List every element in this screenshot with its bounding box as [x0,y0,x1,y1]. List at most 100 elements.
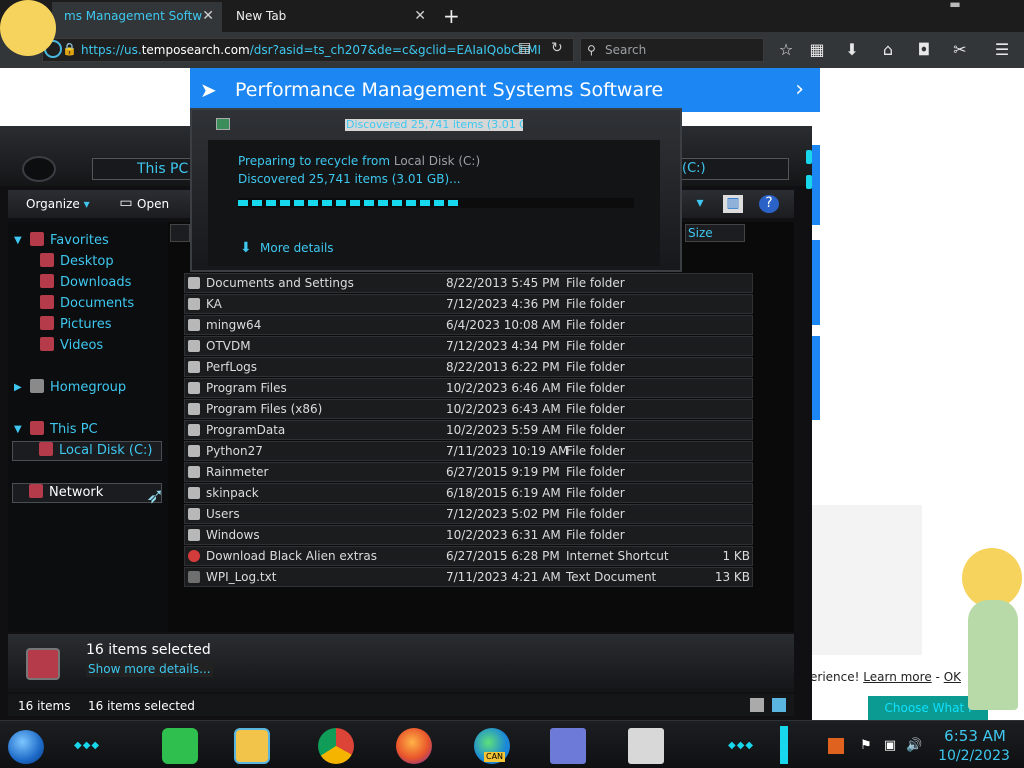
nav-videos[interactable]: Videos [40,337,103,355]
window-minimize-button[interactable]: ▬ [925,0,985,14]
column-header-name[interactable] [170,224,190,242]
clock-time[interactable]: 6:53 AM [940,727,1010,745]
expand-icon[interactable]: ▼ [14,232,22,250]
column-header-size[interactable]: Size [685,224,745,242]
text-file-icon [188,571,200,583]
chrome-app-icon[interactable] [318,728,354,764]
table-row[interactable]: Python27 7/11/2023 10:19 AM File folder [184,441,753,461]
nav-label: Documents [60,296,135,311]
file-type: File folder [566,276,625,290]
edge-badge: CAN [484,752,506,762]
details-view-icon[interactable] [750,698,764,712]
menu-icon[interactable]: ☰ [990,38,1014,62]
search-input[interactable]: ⚲ Search [580,38,764,62]
download-icon[interactable]: ⬇ [840,38,864,62]
table-row[interactable]: OTVDM 7/12/2023 4:34 PM File folder [184,336,753,356]
new-tab-button[interactable]: + [443,3,460,29]
extension-icon[interactable]: ✂ [948,38,972,62]
tray-app-icon[interactable] [828,738,844,754]
volume-icon[interactable]: 🔊 [906,738,922,754]
chevron-right-icon[interactable]: › [795,68,804,112]
url-prefix: https://us. [81,43,142,57]
table-row[interactable]: Program Files (x86) 10/2/2023 6:43 AM File… [184,399,753,419]
table-row[interactable]: mingw64 6/4/2023 10:08 AM File folder [184,315,753,335]
pictures-icon [40,316,54,330]
close-tab-icon[interactable]: ✕ [414,2,426,30]
file-date: 8/22/2013 5:45 PM [446,276,560,290]
nav-label: Local Disk (C:) [59,443,153,458]
show-desktop-button[interactable] [780,726,788,764]
open-button[interactable]: Open [137,196,169,212]
folder-icon [188,340,200,352]
start-button[interactable] [8,730,44,764]
tab-performance-management[interactable]: ms Management Softw ✕ [52,2,222,32]
flag-icon[interactable]: ⚑ [858,738,874,754]
network-tray-icon[interactable]: ▣ [882,738,898,754]
table-row[interactable]: WPI_Log.txt 7/11/2023 4:21 AM Text Documen… [184,567,753,587]
nav-local-disk[interactable]: Local Disk (C:) [12,441,162,461]
table-row[interactable]: KA 7/12/2023 4:36 PM File folder [184,294,753,314]
shortcut-icon [188,550,200,562]
address-bar[interactable]: This PC [92,158,192,180]
reading-list-icon[interactable]: ▦ [805,38,829,62]
nav-downloads[interactable]: Downloads [40,274,131,292]
home-icon[interactable]: ⌂ [876,38,900,62]
expand-icon[interactable]: ▶ [14,379,22,397]
address-bar-right[interactable]: (C:) [675,158,789,180]
bookmark-star-icon[interactable]: ☆ [774,38,798,62]
url-bar[interactable]: https://us.temposearch.com/dsr?asid=ts_c… [42,38,574,62]
table-row[interactable]: Users 7/12/2023 5:02 PM File folder [184,504,753,524]
help-icon[interactable]: ? [759,195,779,213]
reader-view-icon[interactable]: ▤ [518,40,531,56]
file-type: File folder [566,318,625,332]
control-panel-app-icon[interactable] [550,728,586,764]
folder-icon [188,445,200,457]
file-explorer-app-icon[interactable] [234,728,270,764]
show-more-details-link[interactable]: Show more details... [86,661,213,677]
nav-homegroup[interactable]: ▶ Homegroup [14,379,126,397]
clock-date[interactable]: 10/2/2023 [936,747,1012,765]
nav-documents[interactable]: Documents [40,295,134,313]
table-row[interactable]: Windows 10/2/2023 6:31 AM File folder [184,525,753,545]
preview-pane-icon[interactable]: ▥ [723,195,743,213]
file-type: File folder [566,444,625,458]
table-row[interactable]: Documents and Settings 8/22/2013 5:45 PM F… [184,273,753,293]
nav-favorites[interactable]: ▼ Favorites [14,232,109,250]
table-row[interactable]: PerfLogs 8/22/2013 6:22 PM File folder [184,357,753,377]
expand-icon[interactable]: ▼ [14,421,22,439]
details-title: 16 items selected [86,642,211,658]
nav-this-pc[interactable]: ▼ This PC [14,421,98,439]
ad-banner[interactable]: ➤ Performance Management Systems Softwar… [190,68,820,112]
table-row[interactable]: Rainmeter 6/27/2015 9:19 PM File folder [184,462,753,482]
close-tab-icon[interactable]: ✕ [202,2,214,30]
organize-button[interactable]: Organize ▾ [26,196,90,212]
nav-desktop[interactable]: Desktop [40,253,114,271]
tiles-view-icon[interactable] [772,698,786,712]
pocket-icon[interactable]: ◘ [912,38,936,62]
eye-icon [22,156,56,182]
reload-icon[interactable]: ↻ [551,40,563,56]
status-selected-count: 16 items selected [88,699,195,713]
progress-bar [238,198,634,208]
cookie-ok-link[interactable]: OK [944,670,961,684]
table-row[interactable]: Program Files 10/2/2023 6:46 AM File folde… [184,378,753,398]
nav-network[interactable]: Network [12,483,162,503]
notes-app-icon[interactable] [162,728,198,764]
table-row[interactable]: Download Black Alien extras 6/27/2015 6:2… [184,546,753,566]
file-type: Text Document [566,570,657,584]
resource-monitor-app-icon[interactable] [628,728,664,764]
table-row[interactable]: ProgramData 10/2/2023 5:59 AM File folder [184,420,753,440]
file-type: File folder [566,486,625,500]
arrow-icon: ➤ [200,78,217,102]
table-row[interactable]: skinpack 6/18/2015 6:19 AM File folder [184,483,753,503]
more-details-button[interactable]: ⬇ More details [240,240,334,256]
nav-pictures[interactable]: Pictures [40,316,111,334]
cookie-text: erience! [810,670,860,684]
dialog-status-line: Preparing to recycle from Local Disk (C:… [238,154,480,168]
learn-more-link[interactable]: Learn more [863,670,931,684]
view-options-icon[interactable]: ▾ [690,195,710,213]
desktop-mascot [962,548,1022,608]
tab-new-tab[interactable]: New Tab ✕ [224,2,434,32]
folder-icon: ▭ [119,195,133,211]
firefox-app-icon[interactable] [396,728,432,764]
